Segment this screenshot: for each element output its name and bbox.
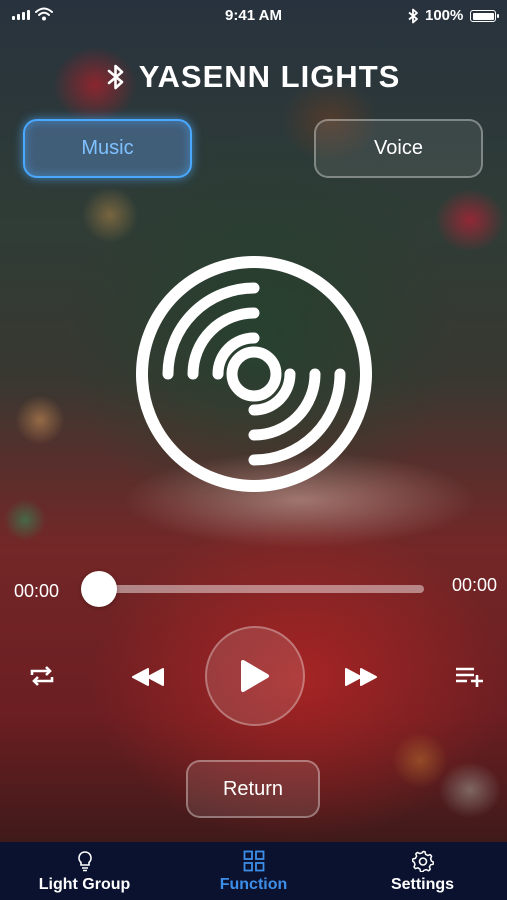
fast-forward-icon (345, 668, 377, 686)
playback-controls (0, 626, 507, 726)
tab-light-group[interactable]: Light Group (0, 842, 169, 900)
tab-settings[interactable]: Settings (338, 842, 507, 900)
play-button[interactable] (205, 626, 305, 726)
battery-percent: 100% (425, 7, 464, 24)
voice-mode-label: Voice (374, 137, 423, 159)
lightbulb-icon (77, 849, 93, 873)
fast-forward-button[interactable] (343, 666, 379, 688)
tab-function[interactable]: Function (169, 842, 338, 900)
rewind-button[interactable] (130, 666, 166, 688)
bottom-tab-bar: Light Group Function Settings (0, 842, 507, 900)
add-to-playlist-icon (456, 667, 483, 687)
app-header: YASENN LIGHTS (0, 52, 507, 102)
battery-icon (470, 10, 499, 22)
progress-thumb[interactable] (81, 571, 117, 607)
bluetooth-icon (107, 64, 123, 90)
return-button[interactable]: Return (186, 760, 320, 818)
music-mode-label: Music (81, 137, 134, 159)
tab-label: Settings (390, 876, 455, 893)
repeat-button[interactable] (28, 664, 56, 688)
gear-icon (411, 849, 434, 873)
vinyl-disc-icon (136, 256, 372, 492)
grid-icon (243, 849, 265, 873)
rewind-icon (132, 668, 164, 686)
total-duration: 00:00 (451, 575, 497, 595)
voice-mode-button[interactable]: Voice (314, 119, 483, 178)
progress-track[interactable] (98, 585, 424, 593)
tab-label: Light Group (38, 876, 131, 893)
music-mode-button[interactable]: Music (23, 119, 192, 178)
return-label: Return (222, 777, 284, 800)
elapsed-time: 00:00 (14, 581, 60, 601)
tab-label: Function (219, 876, 288, 893)
add-to-playlist-button[interactable] (453, 664, 485, 688)
status-bar: 9:41 AM 100% (0, 0, 507, 32)
playback-progress: 00:00 00:00 (0, 570, 507, 610)
repeat-icon (30, 666, 54, 686)
play-icon (241, 660, 269, 692)
bluetooth-icon (408, 8, 418, 24)
app-title: YASENN LIGHTS (138, 59, 401, 94)
